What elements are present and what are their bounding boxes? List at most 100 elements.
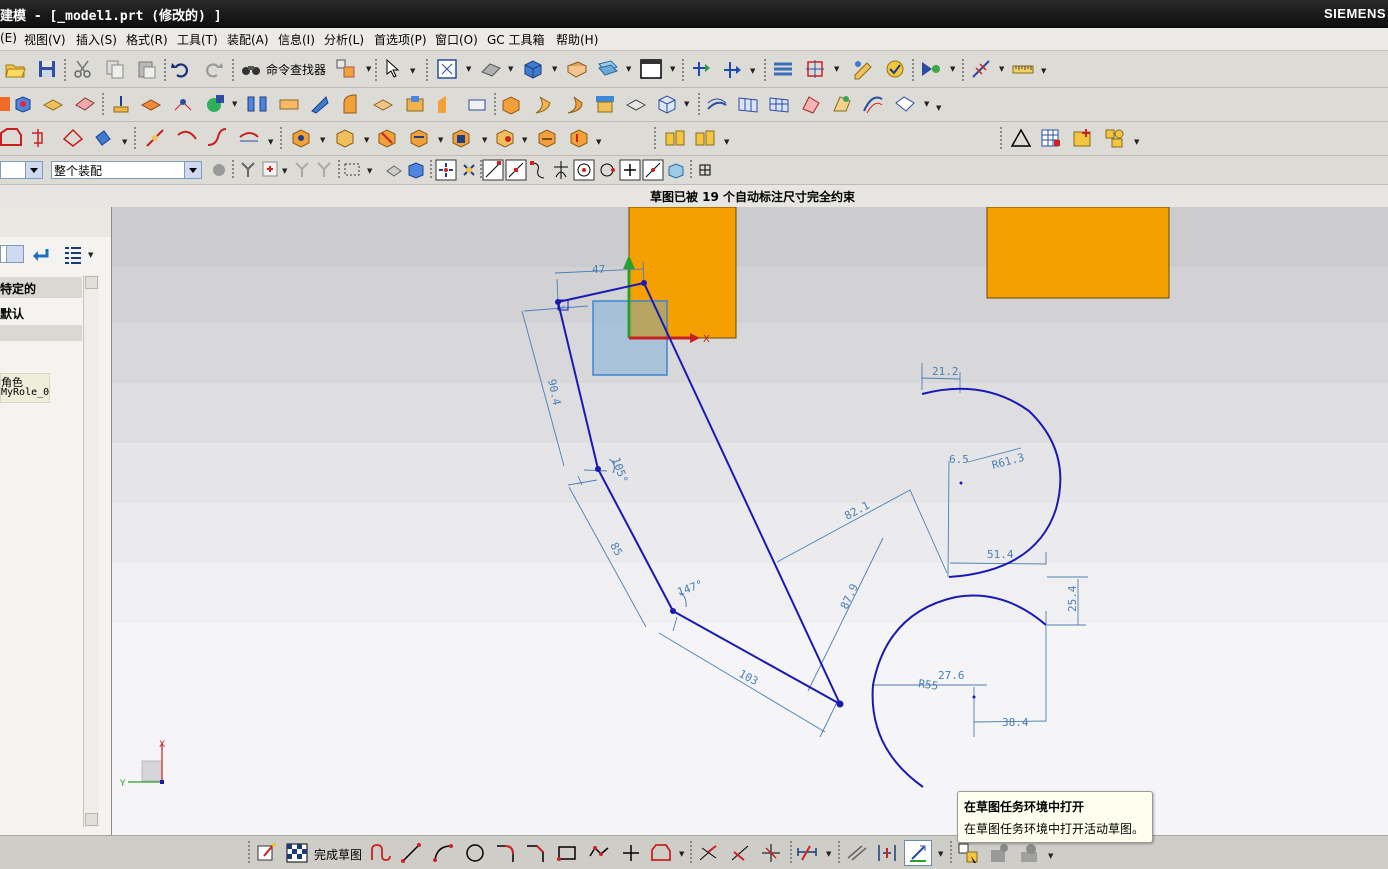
through-curves-icon[interactable] [737, 93, 759, 115]
menu-preferences[interactable]: 首选项(P) [374, 31, 427, 48]
snap-icon[interactable] [238, 159, 260, 181]
end-point-icon[interactable] [482, 159, 504, 181]
show-hide-icon[interactable] [920, 58, 942, 80]
panel-scrollbar[interactable] [83, 275, 99, 827]
dim-47[interactable]: 47 [592, 263, 605, 276]
swept-surface-icon[interactable] [862, 93, 884, 115]
paste-icon[interactable] [136, 58, 158, 80]
shell-icon[interactable] [404, 93, 426, 115]
trim-body-icon[interactable] [500, 93, 522, 115]
scroll-down-arrow[interactable] [85, 813, 98, 826]
datum-csys-icon[interactable] [92, 127, 114, 149]
profile-icon[interactable] [370, 842, 392, 864]
feature-shape-icon[interactable] [0, 127, 22, 149]
chevron-down-icon[interactable]: ▼ [268, 138, 273, 146]
menu-window[interactable]: 窗口(O) [435, 31, 478, 48]
studio-surface-icon[interactable] [800, 93, 822, 115]
menu-tools[interactable]: 工具(T) [177, 31, 218, 48]
blend-face-icon[interactable] [564, 93, 586, 115]
chevron-down-icon[interactable]: ▼ [834, 65, 839, 73]
finish-sketch-icon[interactable] [286, 842, 308, 864]
add-component-icon[interactable] [290, 127, 312, 149]
chevron-down-icon[interactable]: ▼ [522, 136, 527, 144]
dim-25-4[interactable]: 25.4 [1066, 585, 1079, 612]
role-item[interactable]: 角色 MyRole_0 [0, 373, 50, 403]
point-icon[interactable] [204, 93, 226, 115]
chevron-down-icon[interactable]: ▼ [826, 850, 831, 858]
dim-38-4[interactable]: 38.4 [1002, 716, 1029, 729]
roles-select[interactable] [0, 245, 24, 263]
mid-point-icon[interactable] [505, 159, 527, 181]
sketch-canvas[interactable]: X 47 90.4 105° 85 147° 103 82.1 87.9 21.… [112, 207, 1388, 835]
reattach-icon[interactable] [988, 842, 1010, 864]
constraint-navigator-icon[interactable] [494, 127, 516, 149]
intersect-icon[interactable] [656, 93, 678, 115]
select-face-icon[interactable] [405, 159, 427, 181]
selection-icon[interactable] [383, 58, 405, 80]
move-layer-icon[interactable] [804, 58, 826, 80]
chevron-down-icon[interactable]: ▼ [367, 167, 372, 175]
datum-axis-icon[interactable] [62, 127, 84, 149]
arc-icon[interactable] [176, 127, 198, 149]
spreadsheet-icon[interactable] [1040, 127, 1062, 149]
render-style-icon[interactable] [480, 58, 502, 80]
triangle-icon[interactable] [1010, 127, 1032, 149]
list-view-icon[interactable] [62, 244, 84, 266]
offset-face-icon[interactable] [466, 93, 488, 115]
update-model-icon[interactable] [1018, 842, 1040, 864]
chevron-down-icon[interactable]: ▼ [596, 138, 601, 146]
chevron-down-icon[interactable]: ▼ [938, 850, 943, 858]
offset-curve-icon[interactable] [650, 842, 672, 864]
intersection-point-icon[interactable] [550, 159, 572, 181]
ruled-icon[interactable] [832, 93, 854, 115]
spline-icon[interactable] [206, 127, 228, 149]
menu-analysis[interactable]: 分析(L) [324, 31, 364, 48]
offset-curve-icon[interactable] [238, 127, 260, 149]
points-icon[interactable] [172, 93, 194, 115]
chevron-down-icon[interactable]: ▼ [364, 136, 369, 144]
menu-edit[interactable]: (E) [0, 31, 17, 45]
dim-27-6[interactable]: 27.6 [938, 669, 965, 682]
inferred-dimension-icon[interactable] [796, 842, 818, 864]
sketch-rectangle-icon[interactable] [556, 842, 578, 864]
display-icon[interactable] [884, 58, 906, 80]
scope-select[interactable]: 整个装配 [51, 161, 202, 179]
assembly-icon[interactable] [335, 58, 357, 80]
chevron-down-icon[interactable]: ▼ [466, 65, 471, 73]
dim-r55[interactable]: R55 [918, 677, 939, 693]
sketch-arc-icon[interactable] [432, 842, 454, 864]
snap-point-icon[interactable] [435, 159, 457, 181]
chevron-down-icon[interactable]: ▼ [320, 136, 325, 144]
snap-settings-icon[interactable] [458, 159, 480, 181]
finish-sketch-label[interactable]: 完成草图 [314, 846, 362, 863]
command-finder-label[interactable]: 命令查找器 [266, 61, 326, 78]
chevron-down-icon[interactable]: ▼ [936, 104, 941, 112]
menu-info[interactable]: 信息(I) [278, 31, 315, 48]
chevron-down-icon[interactable]: ▼ [1048, 852, 1053, 860]
sketch-chamfer-icon[interactable] [524, 842, 546, 864]
cube-view-icon[interactable] [522, 58, 544, 80]
chevron-down-icon[interactable]: ▼ [626, 65, 631, 73]
chevron-down-icon[interactable]: ▼ [552, 65, 557, 73]
wave-link-icon[interactable] [568, 127, 590, 149]
chevron-down-icon[interactable]: ▼ [122, 138, 127, 146]
sketch-circle-icon[interactable] [464, 842, 486, 864]
n-sided-surface-icon[interactable] [894, 93, 916, 115]
copy-icon[interactable] [104, 58, 126, 80]
roles-group-header[interactable]: 特定的 [0, 277, 82, 298]
wcs-icon[interactable] [690, 58, 712, 80]
chevron-down-icon[interactable]: ▼ [924, 100, 929, 108]
extrude-icon[interactable] [110, 93, 132, 115]
back-arrow-icon[interactable] [30, 244, 52, 266]
datum-plane-icon[interactable] [74, 93, 96, 115]
chevron-down-icon[interactable]: ▼ [679, 850, 684, 858]
tube-icon[interactable] [278, 93, 300, 115]
arc-center-icon[interactable] [573, 159, 595, 181]
sequence-icon[interactable] [536, 127, 558, 149]
chevron-down-icon[interactable]: ▼ [508, 65, 513, 73]
quick-trim-icon[interactable] [698, 842, 720, 864]
new-component-icon[interactable] [334, 127, 356, 149]
surface-icon[interactable] [706, 93, 728, 115]
fit-view-icon[interactable] [436, 58, 458, 80]
assembly-load-icon[interactable] [694, 127, 716, 149]
